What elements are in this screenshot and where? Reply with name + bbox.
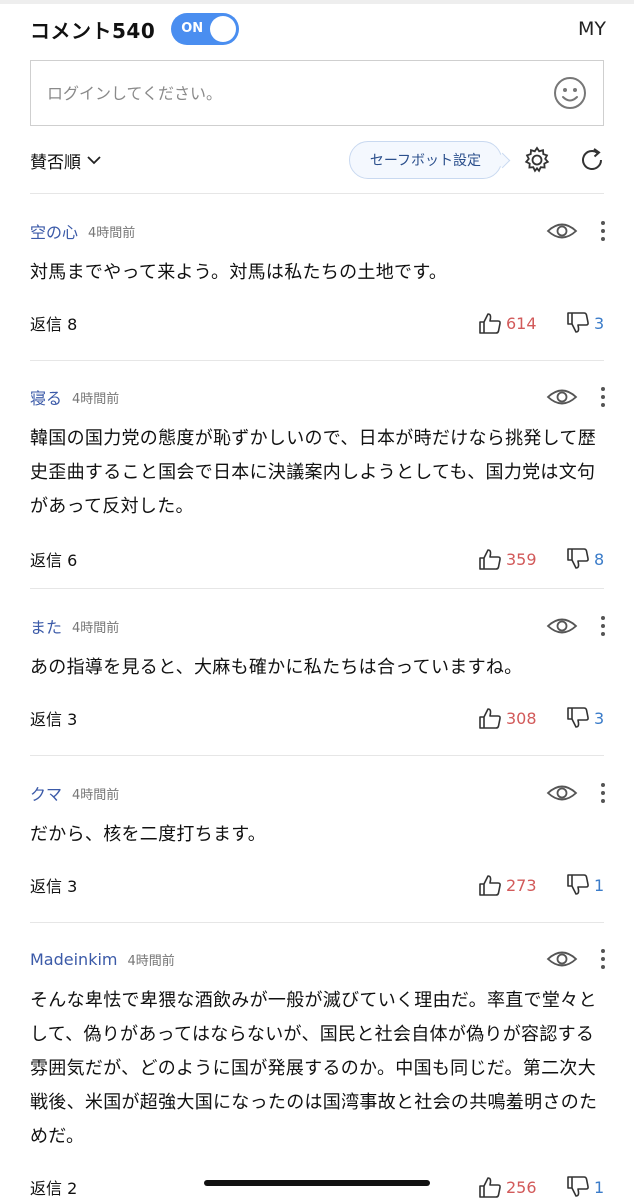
comment-item: クマ 4時間前 だから、核を二度打ちます。 返信 3 273 1 xyxy=(30,778,606,899)
divider xyxy=(30,360,604,361)
thumbs-up-icon[interactable] xyxy=(478,548,502,570)
comment-time: 4時間前 xyxy=(72,787,120,803)
safebot-settings-button[interactable]: セーフボット設定 xyxy=(348,141,502,179)
sort-dropdown[interactable]: 賛否順 xyxy=(30,148,101,173)
comment-username[interactable]: 寝る xyxy=(30,385,62,409)
comment-username[interactable]: また xyxy=(30,614,62,638)
comment-login-box[interactable] xyxy=(30,60,604,126)
like-count: 273 xyxy=(506,875,537,895)
sort-label: 賛否順 xyxy=(30,152,81,173)
divider xyxy=(30,193,604,194)
comment-footer: 返信 2 256 1 xyxy=(30,1173,606,1200)
comment-header: クマ 4時間前 xyxy=(30,778,606,808)
comment-username[interactable]: クマ xyxy=(30,781,62,805)
eye-icon[interactable] xyxy=(546,782,578,804)
comment-header: また 4時間前 xyxy=(30,611,606,641)
more-options-icon[interactable] xyxy=(600,615,606,637)
dislike-count: 8 xyxy=(594,549,605,569)
thumbs-down-icon[interactable] xyxy=(566,707,590,729)
more-options-icon[interactable] xyxy=(600,948,606,970)
comment-text: だから、核を二度打ちます。 xyxy=(30,824,267,845)
comment-footer: 返信 3 273 1 xyxy=(30,871,606,899)
divider xyxy=(30,922,604,923)
dislike-count: 3 xyxy=(594,708,605,728)
toggle-knob xyxy=(210,16,237,42)
thumbs-up-icon[interactable] xyxy=(478,707,502,729)
comment-header: 空の心 4時間前 xyxy=(30,216,606,246)
eye-icon[interactable] xyxy=(546,615,578,637)
reply-button[interactable]: 返信 2 xyxy=(30,1175,77,1199)
comment-footer: 返信 8 614 3 xyxy=(30,309,606,337)
comment-time: 4時間前 xyxy=(127,953,175,969)
comment-footer: 返信 6 359 8 xyxy=(30,545,606,573)
emoji-smile-icon[interactable] xyxy=(553,76,587,110)
reply-button[interactable]: 返信 6 xyxy=(30,547,77,571)
divider xyxy=(30,588,604,589)
comment-header: 寝る 4時間前 xyxy=(30,382,606,412)
comment-toolbar: 賛否順 セーフボット設定 xyxy=(30,138,606,182)
gear-icon[interactable] xyxy=(522,145,552,175)
more-options-icon[interactable] xyxy=(600,220,606,242)
comment-time: 4時間前 xyxy=(88,225,136,241)
toggle-label: ON xyxy=(181,21,204,36)
dislike-count: 1 xyxy=(594,875,605,895)
comment-item: また 4時間前 あの指導を見ると、大麻も確かに私たちは合っていますね。 返信 3… xyxy=(30,611,606,732)
comment-text: 韓国の国力党の態度が恥ずかしいので、日本が時だけなら挑発して歴史歪曲すること国会… xyxy=(30,428,597,517)
comment-username[interactable]: Madeinkim xyxy=(30,950,118,969)
thumbs-up-icon[interactable] xyxy=(478,1176,502,1198)
comment-text: あの指導を見ると、大麻も確かに私たちは合っていますね。 xyxy=(30,657,523,678)
reply-button[interactable]: 返信 3 xyxy=(30,873,77,897)
more-options-icon[interactable] xyxy=(600,386,606,408)
comments-header: コメント540 ON MY xyxy=(30,12,606,46)
comment-item: 空の心 4時間前 対馬までやって来よう。対馬は私たちの土地です。 返信 8 61… xyxy=(30,216,606,337)
thumbs-down-icon[interactable] xyxy=(566,874,590,896)
dislike-count: 1 xyxy=(594,1177,605,1197)
thumbs-down-icon[interactable] xyxy=(566,312,590,334)
thumbs-up-icon[interactable] xyxy=(478,312,502,334)
chevron-down-icon xyxy=(87,156,101,165)
more-options-icon[interactable] xyxy=(600,782,606,804)
dislike-count: 3 xyxy=(594,313,605,333)
comment-input[interactable] xyxy=(47,83,553,103)
comments-toggle[interactable]: ON xyxy=(171,13,240,45)
like-count: 614 xyxy=(506,313,537,333)
reply-button[interactable]: 返信 3 xyxy=(30,706,77,730)
comment-time: 4時間前 xyxy=(72,391,120,407)
comment-header: Madeinkim 4時間前 xyxy=(30,944,606,974)
comment-item: Madeinkim 4時間前 そんな卑怯で卑猥な酒飲みが一般が滅びていく理由だ。… xyxy=(30,944,606,1200)
like-count: 256 xyxy=(506,1177,537,1197)
home-indicator xyxy=(204,1180,430,1186)
comment-text: 対馬までやって来よう。対馬は私たちの土地です。 xyxy=(30,262,448,283)
like-count: 359 xyxy=(506,549,537,569)
comment-item: 寝る 4時間前 韓国の国力党の態度が恥ずかしいので、日本が時だけなら挑発して歴史… xyxy=(30,382,606,573)
comment-count-title: コメント540 xyxy=(30,18,156,43)
eye-icon[interactable] xyxy=(546,948,578,970)
eye-icon[interactable] xyxy=(546,220,578,242)
comment-username[interactable]: 空の心 xyxy=(30,219,78,243)
comment-time: 4時間前 xyxy=(72,620,120,636)
thumbs-up-icon[interactable] xyxy=(478,874,502,896)
like-count: 308 xyxy=(506,708,537,728)
thumbs-down-icon[interactable] xyxy=(566,548,590,570)
thumbs-down-icon[interactable] xyxy=(566,1176,590,1198)
eye-icon[interactable] xyxy=(546,386,578,408)
comment-text: そんな卑怯で卑猥な酒飲みが一般が滅びていく理由だ。率直で堂々として、偽りがあって… xyxy=(30,990,598,1147)
reply-button[interactable]: 返信 8 xyxy=(30,311,77,335)
top-border xyxy=(0,0,634,4)
my-button[interactable]: MY xyxy=(578,18,606,40)
divider xyxy=(30,755,604,756)
refresh-icon[interactable] xyxy=(578,146,606,174)
comment-footer: 返信 3 308 3 xyxy=(30,704,606,732)
